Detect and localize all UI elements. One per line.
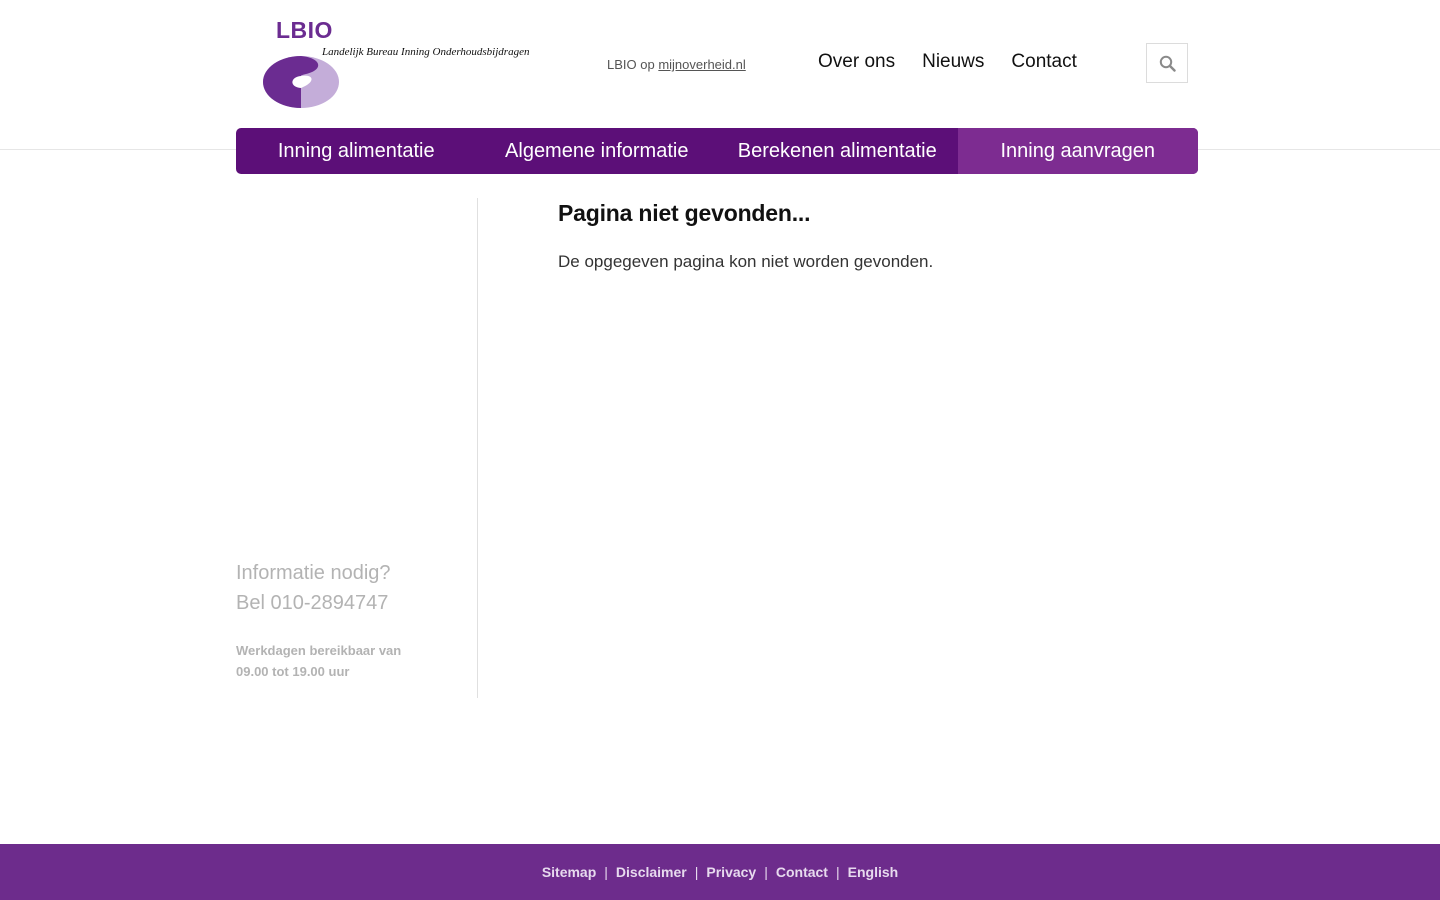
page-title: Pagina niet gevonden... — [558, 200, 811, 226]
page-message: De opgegeven pagina kon niet worden gevo… — [558, 252, 934, 271]
logo-tagline: Landelijk Bureau Inning Onderhoudsbijdra… — [322, 46, 530, 58]
opening-hours: Werkdagen bereikbaar van 09.00 tot 19.00… — [236, 640, 401, 682]
footer-link-contact[interactable]: Contact — [776, 864, 828, 880]
search-icon — [1159, 55, 1176, 72]
tab-algemene-informatie[interactable]: Algemene informatie — [477, 128, 718, 174]
sidebar: Informatie nodig? Bel 010-2894747 Werkda… — [236, 198, 478, 698]
logo-wordmark: LBIO — [276, 17, 333, 43]
footer-separator: | — [694, 864, 699, 880]
footer-link-english[interactable]: English — [848, 864, 899, 880]
phone-number: Bel 010-2894747 — [236, 592, 389, 614]
search-button[interactable] — [1146, 43, 1188, 83]
mijnoverheid-link[interactable]: mijnoverheid.nl — [658, 57, 745, 72]
tab-inning-aanvragen[interactable]: Inning aanvragen — [957, 128, 1198, 174]
hours-line-1: Werkdagen bereikbaar van — [236, 643, 402, 658]
top-nav-contact[interactable]: Contact — [1011, 51, 1076, 73]
footer-separator: | — [764, 864, 768, 880]
mijnoverheid-prefix: LBIO op — [607, 57, 655, 72]
top-nav-nieuws[interactable]: Nieuws — [922, 51, 984, 73]
footer-link-privacy[interactable]: Privacy — [706, 864, 756, 880]
top-nav-over-ons[interactable]: Over ons — [818, 51, 895, 73]
footer-link-sitemap[interactable]: Sitemap — [542, 864, 596, 880]
contact-info: Informatie nodig? Bel 010-2894747 — [236, 558, 391, 618]
footer-separator: | — [835, 864, 840, 880]
main-content: Pagina niet gevonden... De opgegeven pag… — [558, 200, 1198, 272]
main-nav: Inning alimentatie Algemene informatie B… — [236, 128, 1198, 174]
top-nav: Over ons Nieuws Contact — [818, 51, 1077, 73]
footer-separator: | — [604, 864, 608, 880]
footer-link-disclaimer[interactable]: Disclaimer — [616, 864, 687, 880]
site-footer: Sitemap | Disclaimer | Privacy | Contact… — [0, 844, 1440, 900]
logo-mark-icon — [263, 56, 339, 108]
info-heading: Informatie nodig? — [236, 562, 391, 584]
tab-inning-alimentatie[interactable]: Inning alimentatie — [236, 128, 477, 174]
lbio-logo[interactable]: LBIO Landelijk Bureau Inning Onderhoudsb… — [262, 14, 529, 112]
mijnoverheid-notice: LBIO op mijnoverheid.nl — [607, 57, 746, 72]
tab-berekenen-alimentatie[interactable]: Berekenen alimentatie — [717, 128, 958, 174]
hours-line-2: 09.00 tot 19.00 uur — [236, 664, 350, 679]
